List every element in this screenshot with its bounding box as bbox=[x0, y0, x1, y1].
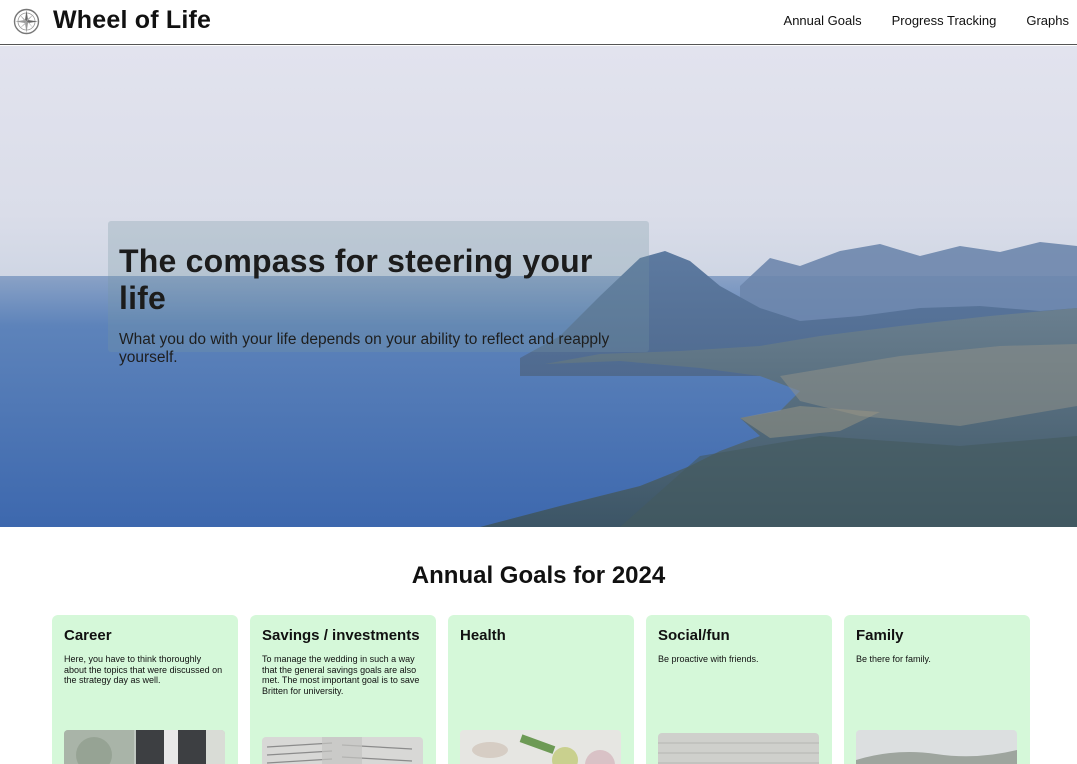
card-title: Social/fun bbox=[658, 627, 730, 644]
brand-title[interactable]: Wheel of Life bbox=[53, 6, 211, 35]
newspaper-photo bbox=[262, 737, 423, 764]
hero-title: The compass for steering your life bbox=[119, 243, 593, 316]
main-nav: Annual Goals Progress Tracking Graphs bbox=[754, 13, 1069, 28]
compass-logo-icon[interactable] bbox=[13, 8, 40, 35]
goal-card-career[interactable]: Career Here, you have to think thoroughl… bbox=[52, 615, 238, 764]
nav-annual-goals[interactable]: Annual Goals bbox=[784, 13, 862, 28]
goal-card-savings[interactable]: Savings / investments To manage the wedd… bbox=[250, 615, 436, 764]
card-title: Family bbox=[856, 627, 904, 644]
card-text: To manage the wedding in such a way that… bbox=[262, 654, 420, 696]
card-text: Be proactive with friends. bbox=[658, 654, 759, 664]
goal-card-health[interactable]: Health bbox=[448, 615, 634, 764]
hero-text-box: The compass for steering your life What … bbox=[108, 221, 649, 366]
hero-banner: The compass for steering your life What … bbox=[0, 46, 1077, 527]
card-text: Be there for family. bbox=[856, 654, 931, 664]
top-header: Wheel of Life Annual Goals Progress Trac… bbox=[0, 0, 1077, 45]
vegetables-photo bbox=[460, 730, 621, 764]
goal-card-social[interactable]: Social/fun Be proactive with friends. bbox=[646, 615, 832, 764]
nav-graphs[interactable]: Graphs bbox=[1026, 13, 1069, 28]
card-title: Career bbox=[64, 627, 112, 644]
family-photo bbox=[856, 730, 1017, 764]
goals-heading: Annual Goals for 2024 bbox=[411, 562, 666, 589]
nav-progress-tracking[interactable]: Progress Tracking bbox=[892, 13, 997, 28]
card-title: Savings / investments bbox=[262, 627, 420, 644]
brick-wall-photo bbox=[658, 733, 819, 764]
card-title: Health bbox=[460, 627, 506, 644]
career-photo bbox=[64, 730, 225, 764]
card-text: Here, you have to think thoroughly about… bbox=[64, 654, 223, 685]
goal-cards: Career Here, you have to think thoroughl… bbox=[52, 615, 1030, 764]
goal-card-family[interactable]: Family Be there for family. bbox=[844, 615, 1030, 764]
hero-subtitle: What you do with your life depends on yo… bbox=[119, 331, 610, 366]
